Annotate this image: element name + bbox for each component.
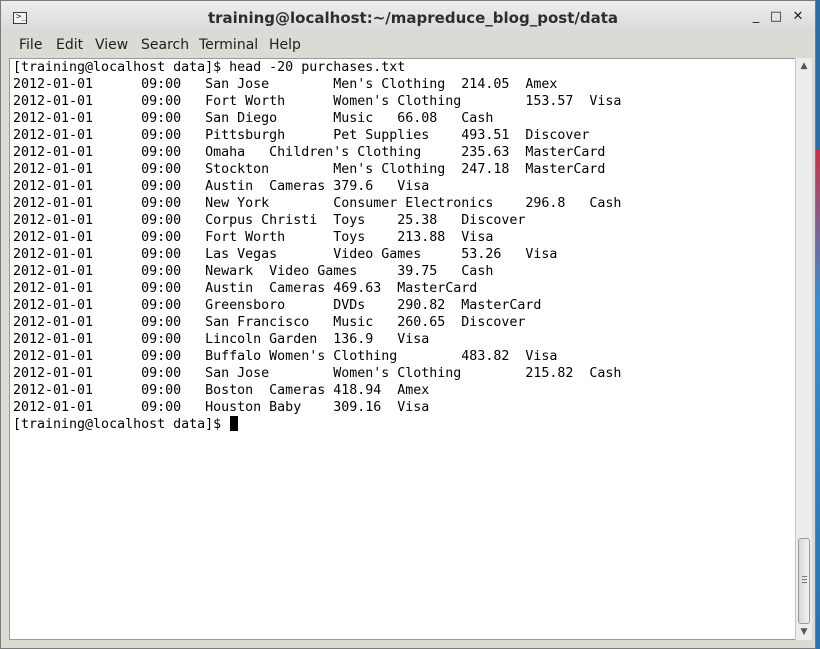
vertical-scrollbar[interactable]: ▲ ▼	[795, 58, 812, 640]
output-line: 2012-01-01 09:00 Fort Worth Women's Clot…	[13, 94, 622, 109]
output-line: 2012-01-01 09:00 Greensboro DVDs 290.82 …	[13, 298, 542, 313]
output-line: 2012-01-01 09:00 Buffalo Women's Clothin…	[13, 349, 558, 364]
output-line: 2012-01-01 09:00 Lincoln Garden 136.9 Vi…	[13, 332, 430, 347]
output-line: 2012-01-01 09:00 San Jose Men's Clothing…	[13, 77, 558, 92]
output-line: 2012-01-01 09:00 San Francisco Music 260…	[13, 315, 526, 330]
output-line: 2012-01-01 09:00 New York Consumer Elect…	[13, 196, 622, 211]
menu-search[interactable]: Search	[141, 37, 189, 53]
menu-view[interactable]: View	[95, 37, 128, 53]
terminal-icon: >_	[13, 12, 27, 24]
grip-line	[802, 582, 807, 583]
menu-file[interactable]: File	[19, 37, 42, 53]
arrow-up-icon[interactable]: ▲	[796, 59, 812, 73]
output-line: 2012-01-01 09:00 Austin Cameras 379.6 Vi…	[13, 179, 430, 194]
shell-prompt: [training@localhost data]$	[13, 417, 230, 432]
menu-terminal[interactable]: Terminal	[199, 37, 258, 53]
output-line: 2012-01-01 09:00 Fort Worth Toys 213.88 …	[13, 230, 494, 245]
output-line: 2012-01-01 09:00 Omaha Children's Clothi…	[13, 145, 606, 160]
grip-line	[802, 576, 807, 577]
menu-bar: File Edit View Search Terminal Help	[1, 33, 815, 57]
menu-edit[interactable]: Edit	[56, 37, 83, 53]
menu-help[interactable]: Help	[269, 37, 301, 53]
close-button[interactable]: ✕	[790, 9, 806, 25]
output-line: 2012-01-01 09:00 San Jose Women's Clothi…	[13, 366, 622, 381]
minimize-button[interactable]: _	[748, 9, 764, 25]
terminal-output[interactable]: [training@localhost data]$ head -20 purc…	[9, 58, 812, 640]
output-line: 2012-01-01 09:00 Austin Cameras 469.63 M…	[13, 281, 478, 296]
output-line: 2012-01-01 09:00 Pittsburgh Pet Supplies…	[13, 128, 590, 143]
output-line: 2012-01-01 09:00 Boston Cameras 418.94 A…	[13, 383, 430, 398]
output-line: 2012-01-01 09:00 Stockton Men's Clothing…	[13, 162, 606, 177]
maximize-button[interactable]: □	[768, 9, 784, 25]
output-line: 2012-01-01 09:00 Corpus Christi Toys 25.…	[13, 213, 526, 228]
scroll-thumb[interactable]	[798, 538, 810, 624]
title-bar[interactable]: >_ training@localhost:~/mapreduce_blog_p…	[1, 1, 815, 34]
prompt-line: [training@localhost data]$	[13, 416, 621, 433]
output-line: 2012-01-01 09:00 San Diego Music 66.08 C…	[13, 111, 494, 126]
output-line: 2012-01-01 09:00 Las Vegas Video Games 5…	[13, 247, 558, 262]
text-cursor	[230, 416, 239, 431]
arrow-down-icon[interactable]: ▼	[796, 625, 812, 639]
output-line: 2012-01-01 09:00 Houston Baby 309.16 Vis…	[13, 400, 430, 415]
terminal-lines: [training@localhost data]$ head -20 purc…	[13, 59, 621, 433]
command-line: [training@localhost data]$ head -20 purc…	[13, 60, 406, 75]
terminal-window: >_ training@localhost:~/mapreduce_blog_p…	[0, 0, 816, 649]
grip-line	[802, 579, 807, 580]
output-line: 2012-01-01 09:00 Newark Video Games 39.7…	[13, 264, 494, 279]
window-title: training@localhost:~/mapreduce_blog_post…	[207, 9, 619, 27]
